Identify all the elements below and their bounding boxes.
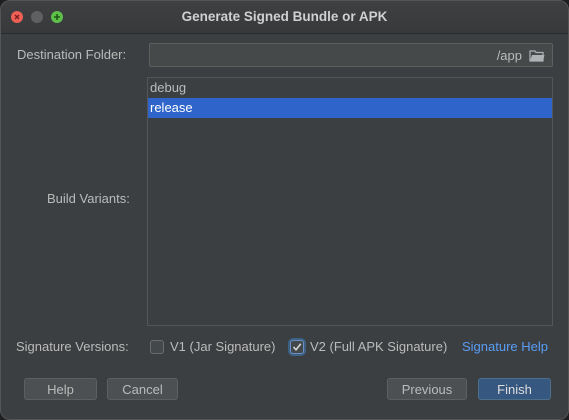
- signature-versions-label: Signature Versions:: [16, 339, 129, 354]
- build-variants-list[interactable]: debug release: [147, 77, 553, 326]
- v1-signature-label[interactable]: V1 (Jar Signature): [170, 339, 276, 354]
- dialog-window: Generate Signed Bundle or APK Destinatio…: [0, 0, 569, 420]
- help-button[interactable]: Help: [24, 378, 97, 400]
- signature-help-link[interactable]: Signature Help: [462, 339, 548, 354]
- cancel-button[interactable]: Cancel: [107, 378, 178, 400]
- checkmark-icon: [292, 343, 302, 352]
- list-item-debug[interactable]: debug: [148, 78, 552, 98]
- previous-button[interactable]: Previous: [387, 378, 467, 400]
- destination-folder-field[interactable]: /app: [149, 43, 553, 67]
- title-bar: Generate Signed Bundle or APK: [1, 1, 568, 34]
- v2-signature-label[interactable]: V2 (Full APK Signature): [310, 339, 447, 354]
- build-variants-label: Build Variants:: [47, 191, 130, 206]
- v1-signature-checkbox[interactable]: [150, 340, 164, 354]
- finish-button[interactable]: Finish: [478, 378, 551, 400]
- destination-folder-label: Destination Folder:: [17, 47, 127, 62]
- destination-folder-value: /app: [496, 48, 522, 63]
- list-item-release[interactable]: release: [148, 98, 552, 118]
- folder-icon[interactable]: [529, 49, 545, 62]
- dialog-title: Generate Signed Bundle or APK: [181, 9, 388, 24]
- v2-signature-checkbox[interactable]: [290, 340, 304, 354]
